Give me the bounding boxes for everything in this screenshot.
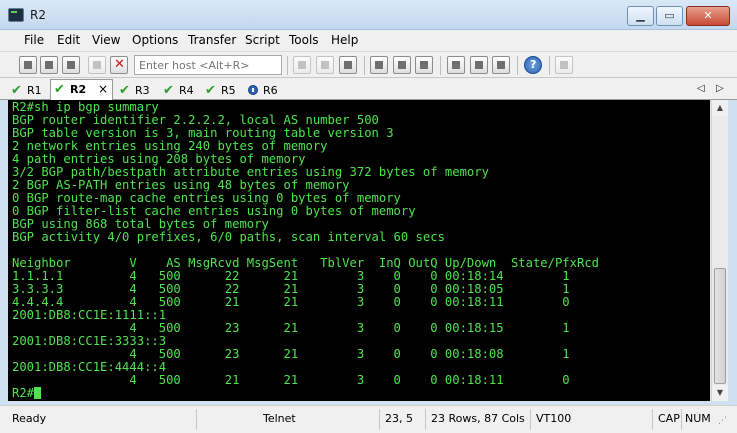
maximize-button[interactable]: ▭	[656, 6, 683, 26]
menu-edit[interactable]: Edit	[57, 33, 80, 47]
check-icon: ✔	[163, 83, 174, 98]
keymap-icon[interactable]	[492, 56, 510, 74]
status-num-lock: NUM	[685, 412, 711, 425]
connect-icon[interactable]	[19, 56, 37, 74]
print-preview-icon[interactable]	[393, 56, 411, 74]
status-emulation: VT100	[536, 412, 572, 425]
tab-label: R6	[263, 84, 278, 97]
scroll-down-icon[interactable]: ▼	[712, 385, 728, 401]
toolbar-separator	[364, 56, 365, 75]
status-separator	[425, 409, 426, 430]
title-bar: R2 ▁ ▭ ✕	[0, 0, 737, 30]
tab-label: R4	[179, 84, 194, 97]
status-separator	[530, 409, 531, 430]
menu-tools[interactable]: Tools	[289, 33, 319, 47]
terminal-cursor	[34, 387, 42, 399]
status-separator	[379, 409, 380, 430]
tab-next-icon[interactable]: ▷	[716, 83, 724, 94]
menu-help[interactable]: Help	[331, 33, 358, 47]
find-icon[interactable]	[339, 56, 357, 74]
screen-capture-icon[interactable]	[555, 56, 573, 74]
scroll-thumb[interactable]	[714, 268, 726, 384]
status-bar: Ready Telnet 23, 5 23 Rows, 87 Cols VT10…	[0, 405, 737, 433]
tab-r2[interactable]: ✔ R2 ×	[50, 79, 113, 100]
paste-icon[interactable]	[316, 56, 334, 74]
check-icon: ✔	[205, 83, 216, 98]
status-separator	[681, 409, 682, 430]
session-options-icon[interactable]	[447, 56, 465, 74]
global-options-icon[interactable]	[470, 56, 488, 74]
tab-r5[interactable]: ✔ R5	[202, 81, 244, 100]
check-icon: ✔	[11, 83, 22, 98]
tab-r4[interactable]: ✔ R4	[160, 81, 202, 100]
host-input[interactable]	[134, 55, 282, 75]
tab-close-icon[interactable]: ×	[98, 82, 108, 96]
print-icon[interactable]	[415, 56, 433, 74]
close-button[interactable]: ✕	[686, 6, 730, 26]
tab-prev-icon[interactable]: ◁	[697, 83, 705, 94]
tab-label: R3	[135, 84, 150, 97]
help-icon[interactable]	[524, 56, 542, 74]
tab-r6[interactable]: R6	[244, 81, 286, 100]
menu-file[interactable]: File	[24, 33, 44, 47]
scroll-up-icon[interactable]: ▲	[712, 100, 728, 116]
tab-label: R5	[221, 84, 236, 97]
status-ready: Ready	[12, 412, 47, 425]
check-icon: ✔	[54, 82, 65, 97]
menu-view[interactable]: View	[92, 33, 120, 47]
status-separator	[652, 409, 653, 430]
terminal-line: 4 500 21 21 3 0 0 00:18:11 0	[12, 373, 570, 387]
tab-r1[interactable]: ✔ R1	[8, 81, 48, 100]
status-caps-lock: CAP	[658, 412, 680, 425]
connect-tab-icon[interactable]	[62, 56, 80, 74]
terminal-line: BGP activity 4/0 prefixes, 6/0 paths, sc…	[12, 230, 445, 244]
tab-label: R2	[70, 83, 87, 96]
vertical-scrollbar[interactable]: ▲ ▼	[711, 100, 728, 401]
session-tab-bar: ✔ R1 ✔ R2 × ✔ R3 ✔ R4 ✔ R5 R6 ◁ ▷	[0, 78, 737, 100]
disconnect-icon[interactable]	[110, 56, 128, 74]
toolbar-separator	[440, 56, 441, 75]
print-setup-icon[interactable]	[370, 56, 388, 74]
terminal-screen[interactable]: R2#sh ip bgp summary BGP router identifie…	[8, 100, 710, 401]
check-icon: ✔	[119, 83, 130, 98]
status-protocol: Telnet	[263, 412, 296, 425]
tab-label: R1	[27, 84, 42, 97]
info-icon	[248, 85, 258, 95]
quick-connect-icon[interactable]	[40, 56, 58, 74]
toolbar-separator	[287, 56, 288, 75]
menu-script[interactable]: Script	[245, 33, 280, 47]
status-screen-size: 23 Rows, 87 Cols	[431, 412, 525, 425]
status-separator	[196, 409, 197, 430]
toolbar	[0, 51, 737, 78]
toolbar-separator	[549, 56, 550, 75]
resize-grip-icon[interactable]: ⋰	[718, 416, 727, 426]
menu-transfer[interactable]: Transfer	[188, 33, 236, 47]
toolbar-separator	[517, 56, 518, 75]
reconnect-icon[interactable]	[88, 56, 106, 74]
minimize-button[interactable]: ▁	[627, 6, 654, 26]
terminal-prompt: R2#	[12, 387, 599, 400]
menu-bar: File Edit View Options Transfer Script T…	[0, 30, 737, 51]
status-cursor-position: 23, 5	[385, 412, 413, 425]
window-title: R2	[30, 8, 46, 22]
tab-r3[interactable]: ✔ R3	[116, 81, 158, 100]
menu-options[interactable]: Options	[132, 33, 178, 47]
terminal-output: R2#sh ip bgp summary BGP router identifie…	[12, 101, 599, 400]
terminal-app-icon	[8, 8, 24, 22]
copy-icon[interactable]	[293, 56, 311, 74]
